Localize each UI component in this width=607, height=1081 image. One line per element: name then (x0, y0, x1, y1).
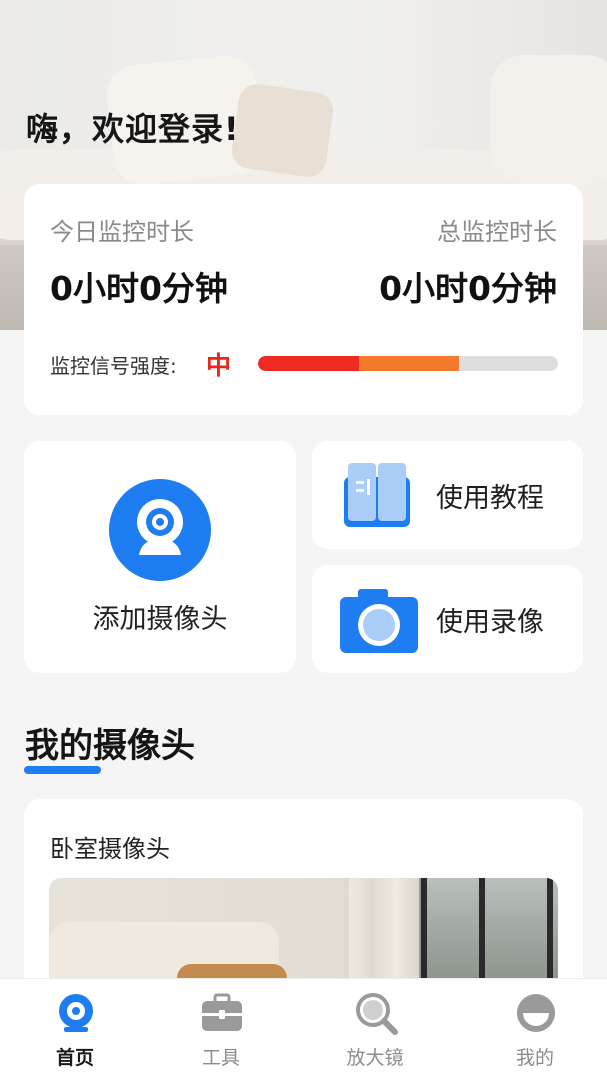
camera-icon (109, 479, 211, 581)
tutorial-button[interactable]: 使用教程 (312, 441, 583, 549)
photo-camera-icon (336, 579, 418, 661)
signal-segment-strong (258, 356, 359, 371)
tab-tools[interactable]: 工具 (146, 979, 296, 1081)
recording-button[interactable]: 使用录像 (312, 565, 583, 673)
my-cameras-title: 我的摄像头 (25, 726, 195, 766)
signal-strength-bar (258, 356, 558, 371)
signal-strength-label: 监控信号强度: (50, 354, 177, 378)
tab-tools-label: 工具 (201, 1047, 240, 1069)
tab-profile-label: 我的 (515, 1047, 554, 1069)
tab-magnifier-label: 放大镜 (346, 1047, 404, 1069)
greeting-title: 嗨，欢迎登录! (26, 110, 240, 148)
camera-card[interactable]: 卧室摄像头 (24, 799, 583, 999)
magnifier-icon (354, 991, 398, 1035)
bottom-tab-bar: 首页 工具 放大镜 我的 (0, 978, 607, 1081)
today-duration-value: 0小时0分钟 (50, 269, 228, 308)
today-duration-label: 今日监控时长 (50, 218, 194, 246)
add-camera-label: 添加摄像头 (92, 604, 228, 635)
total-duration-label: 总监控时长 (437, 218, 557, 246)
profile-icon (514, 991, 558, 1035)
signal-strength-level: 中 (206, 351, 232, 380)
monitoring-stats-card: 今日监控时长 总监控时长 0小时0分钟 0小时0分钟 监控信号强度: 中 (24, 184, 583, 415)
total-duration-value: 0小时0分钟 (379, 269, 557, 308)
section-title-underline (24, 766, 101, 774)
camera-name: 卧室摄像头 (50, 835, 170, 863)
home-camera-icon (54, 991, 98, 1035)
tab-home-label: 首页 (55, 1047, 94, 1069)
toolbox-icon (200, 991, 244, 1035)
recording-label: 使用录像 (436, 607, 544, 638)
book-icon (336, 455, 418, 537)
tab-magnifier[interactable]: 放大镜 (300, 979, 450, 1081)
tutorial-label: 使用教程 (436, 483, 544, 514)
tab-home[interactable]: 首页 (0, 979, 150, 1081)
signal-segment-medium (359, 356, 459, 371)
tab-profile[interactable]: 我的 (460, 979, 607, 1081)
add-camera-button[interactable]: 添加摄像头 (24, 441, 296, 673)
